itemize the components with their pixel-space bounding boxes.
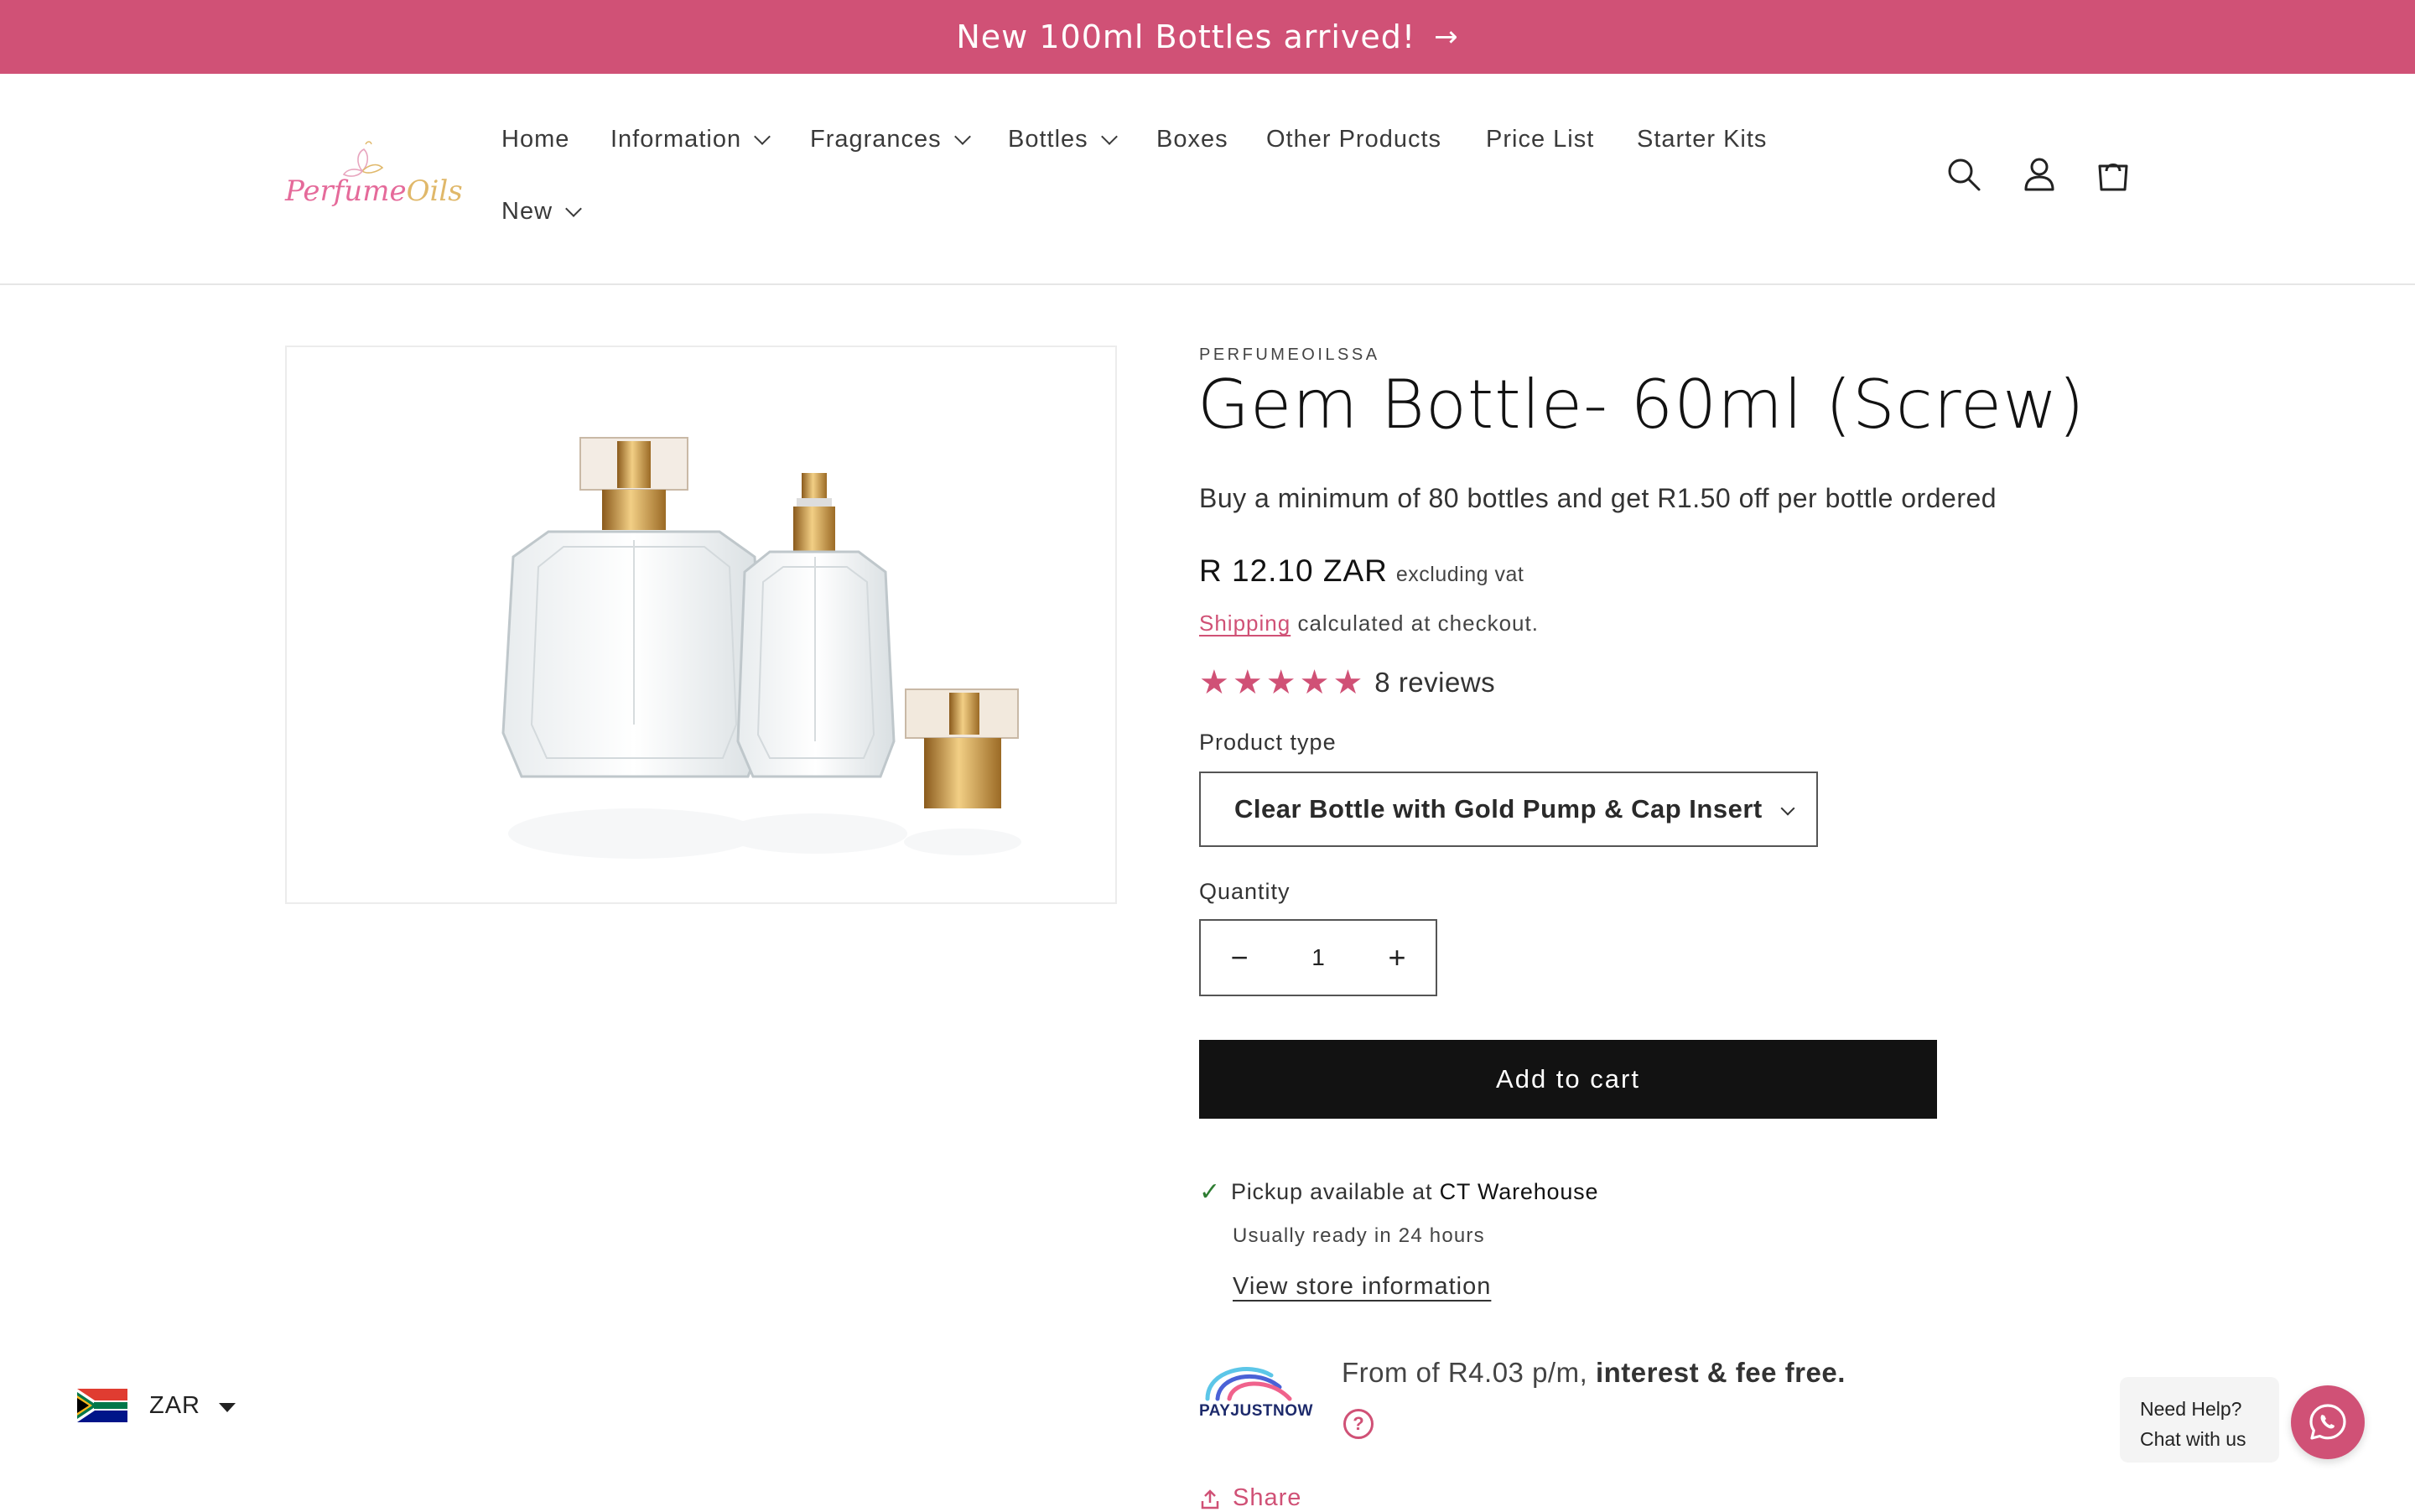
nav-other-products[interactable]: Other Products [1266, 126, 1441, 153]
price-value: R 12.10 ZAR [1199, 553, 1388, 588]
view-store-info-link[interactable]: View store information [1233, 1273, 1491, 1301]
caret-down-icon [219, 1402, 236, 1412]
logo-wordmark: PerfumeOils [285, 174, 463, 208]
chevron-down-icon [1780, 801, 1795, 816]
logo-word-oils: Oils [406, 174, 463, 208]
payjustnow-text: From of R4.03 p/m, interest & fee free. [1342, 1357, 1846, 1389]
chevron-down-icon [754, 127, 771, 145]
nav-price-list-label[interactable]: Price List [1486, 126, 1594, 153]
store-logo[interactable]: PerfumeOils [285, 134, 463, 226]
search-icon[interactable] [1944, 154, 1984, 195]
payjustnow-arcs-icon [1205, 1367, 1292, 1401]
nav-new-label[interactable]: New [501, 198, 553, 226]
share-icon [1201, 1489, 1219, 1509]
shipping-link[interactable]: Shipping [1199, 611, 1291, 636]
payjustnow-wordmark: PAYJUSTNOW [1199, 1402, 1313, 1420]
nav-starter-kits-label[interactable]: Starter Kits [1637, 126, 1767, 153]
whatsapp-icon [2309, 1404, 2346, 1440]
product-promo-text: Buy a minimum of 80 bottles and get R1.5… [1199, 483, 1997, 513]
star-icon: ★ [1299, 664, 1330, 701]
gem-bottles-image [501, 437, 1021, 859]
quantity-label: Quantity [1199, 879, 1291, 904]
arrow-right-icon: → [1434, 20, 1459, 54]
shipping-note-text: calculated at checkout. [1297, 611, 1539, 636]
star-icon: ★ [1265, 664, 1296, 701]
help-circle-icon[interactable]: ? [1343, 1409, 1374, 1439]
payjustnow-bold: interest & fee free. [1595, 1357, 1846, 1388]
nav-boxes-label[interactable]: Boxes [1156, 126, 1228, 153]
south-africa-flag-icon [77, 1389, 127, 1422]
chat-line-2: Chat with us [2140, 1428, 2246, 1450]
nav-home[interactable]: Home [501, 126, 569, 153]
nav-starter-kits[interactable]: Starter Kits [1637, 126, 1767, 153]
chevron-down-icon [953, 127, 971, 145]
account-icon[interactable] [2019, 154, 2059, 195]
quantity-increase-button[interactable]: + [1358, 940, 1436, 975]
product-vendor: PERFUMEOILSSA [1199, 346, 1380, 364]
product-type-select[interactable]: Clear Bottle with Gold Pump & Cap Insert [1199, 772, 1818, 847]
nav-bottles-label[interactable]: Bottles [1008, 126, 1088, 153]
chat-help-bubble[interactable]: Need Help? Chat with us [2120, 1377, 2279, 1463]
nav-boxes[interactable]: Boxes [1156, 126, 1228, 153]
chevron-down-icon [565, 200, 582, 217]
product-type-value[interactable]: Clear Bottle with Gold Pump & Cap Insert [1234, 794, 1763, 824]
announcement-text[interactable]: New 100ml Bottles arrived! [956, 18, 1415, 55]
star-icon: ★ [1232, 664, 1263, 701]
announcement-bar[interactable]: New 100ml Bottles arrived! → [0, 0, 2415, 74]
tax-note: excluding vat [1395, 563, 1524, 586]
currency-selector[interactable]: ZAR [77, 1389, 236, 1422]
nav-price-list[interactable]: Price List [1486, 126, 1594, 153]
shipping-note: Shipping calculated at checkout. [1199, 611, 1539, 636]
whatsapp-chat-button[interactable] [2291, 1385, 2365, 1459]
payjustnow-amount: From of R4.03 p/m, [1342, 1357, 1588, 1388]
pickup-ready-time: Usually ready in 24 hours [1233, 1224, 1485, 1247]
nav-home-label[interactable]: Home [501, 126, 569, 153]
nav-fragrances[interactable]: Fragrances [810, 126, 971, 153]
nav-new[interactable]: New [501, 198, 582, 226]
product-rating[interactable]: ★ ★ ★ ★ ★ 8 reviews [1199, 666, 1495, 699]
product-image[interactable] [285, 346, 1117, 904]
currency-code[interactable]: ZAR [149, 1392, 200, 1420]
share-label[interactable]: Share [1233, 1484, 1301, 1512]
reviews-count[interactable]: 8 reviews [1374, 667, 1495, 699]
logo-word-perfume: Perfume [285, 174, 407, 208]
star-icon: ★ [1199, 664, 1229, 701]
checkmark-icon: ✓ [1199, 1178, 1221, 1206]
nav-fragrances-label[interactable]: Fragrances [810, 126, 942, 153]
quantity-input[interactable]: 1 [1311, 944, 1325, 971]
cart-icon[interactable] [2093, 154, 2133, 195]
share-button[interactable]: Share [1199, 1484, 1301, 1512]
product-type-label: Product type [1199, 730, 1337, 755]
nav-information-label[interactable]: Information [610, 126, 741, 153]
quantity-decrease-button[interactable]: − [1201, 940, 1278, 975]
nav-bottles[interactable]: Bottles [1008, 126, 1118, 153]
chevron-down-icon [1100, 127, 1118, 145]
pickup-availability: ✓ Pickup available at CT Warehouse [1199, 1177, 1598, 1207]
nav-information[interactable]: Information [610, 126, 771, 153]
quantity-stepper[interactable]: − 1 + [1199, 919, 1437, 996]
product-price: R 12.10 ZAR excluding vat [1199, 553, 1524, 589]
chat-line-1: Need Help? [2140, 1398, 2242, 1420]
product-title: Gem Bottle- 60ml (Screw) [1197, 366, 2085, 444]
add-to-cart-button[interactable]: Add to cart [1199, 1040, 1937, 1119]
pickup-prefix: Pickup available at [1230, 1179, 1433, 1204]
star-icon: ★ [1332, 664, 1363, 701]
pickup-location: CT Warehouse [1439, 1179, 1599, 1204]
nav-other-products-label[interactable]: Other Products [1266, 126, 1441, 153]
payjustnow-logo: PAYJUSTNOW [1199, 1359, 1320, 1426]
